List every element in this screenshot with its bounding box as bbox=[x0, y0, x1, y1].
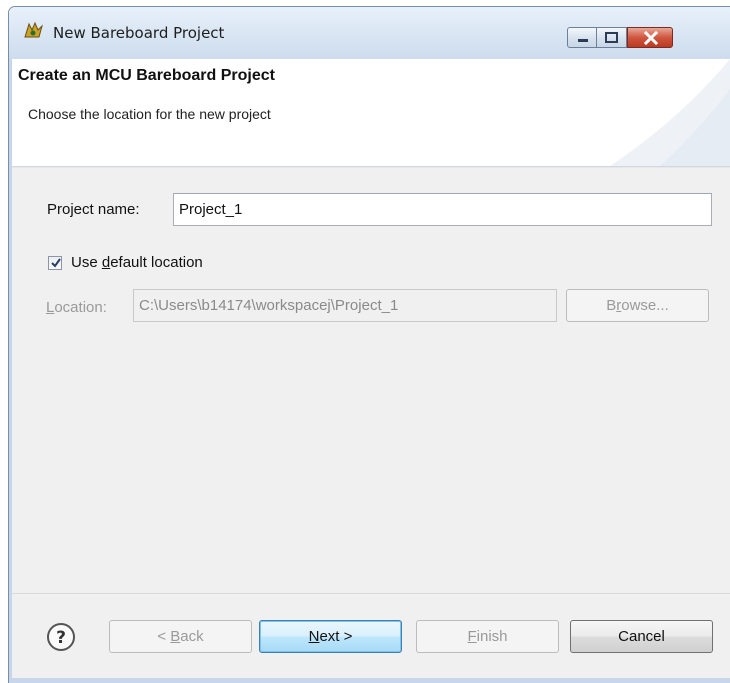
location-input[interactable]: C:\Users\b14174\workspacej\Project_1 bbox=[133, 289, 557, 322]
label-part: efault location bbox=[110, 254, 203, 271]
minimize-button[interactable] bbox=[567, 27, 597, 48]
app-icon bbox=[24, 21, 43, 38]
mnemonic: F bbox=[467, 628, 477, 645]
wizard-footer: ? < Back Next > Finish Cancel bbox=[12, 593, 730, 679]
label-part: owse... bbox=[621, 297, 669, 314]
page-title: Create an MCU Bareboard Project bbox=[18, 67, 275, 84]
cancel-button[interactable]: Cancel bbox=[570, 620, 713, 653]
close-button[interactable] bbox=[627, 27, 673, 48]
label-part: ocation: bbox=[54, 299, 107, 316]
svg-text:?: ? bbox=[56, 628, 66, 648]
title-bar[interactable]: New Bareboard Project bbox=[9, 7, 730, 59]
mnemonic: d bbox=[101, 254, 111, 271]
question-circle-icon[interactable]: ? bbox=[46, 622, 76, 652]
maximize-button[interactable] bbox=[597, 27, 627, 48]
page-description: Choose the location for the new project bbox=[28, 106, 271, 122]
use-default-location-checkbox[interactable] bbox=[48, 256, 62, 270]
label-part: B bbox=[606, 297, 617, 314]
checkmark-icon bbox=[51, 258, 61, 268]
close-icon bbox=[643, 30, 659, 46]
finish-button[interactable]: Finish bbox=[416, 620, 559, 653]
window-title: New Bareboard Project bbox=[53, 24, 225, 42]
back-button[interactable]: < Back bbox=[109, 620, 252, 653]
minimize-icon bbox=[578, 39, 588, 42]
label-part: ack bbox=[180, 628, 204, 645]
location-label: Location: bbox=[46, 299, 107, 316]
use-default-location-label[interactable]: Use default location bbox=[71, 254, 203, 271]
window-frame-bottom bbox=[9, 678, 730, 683]
mnemonic: N bbox=[308, 628, 320, 645]
dialog-window: New Bareboard Project Create an MCU Bare… bbox=[8, 6, 730, 683]
label-part: < bbox=[157, 628, 171, 645]
mnemonic: B bbox=[170, 628, 181, 645]
project-name-label: Project name: bbox=[47, 201, 140, 218]
label-part: ext > bbox=[319, 628, 353, 645]
label-part: Use bbox=[71, 254, 102, 271]
browse-button[interactable]: Browse... bbox=[566, 289, 709, 322]
wizard-header: Create an MCU Bareboard Project Choose t… bbox=[12, 59, 730, 167]
label-part: inish bbox=[476, 628, 508, 645]
wizard-content: Project name: Project_1 Use default loca… bbox=[12, 167, 730, 594]
project-name-input[interactable]: Project_1 bbox=[173, 193, 712, 226]
maximize-icon bbox=[605, 32, 618, 43]
header-decoration bbox=[610, 59, 730, 166]
next-button[interactable]: Next > bbox=[259, 620, 402, 653]
